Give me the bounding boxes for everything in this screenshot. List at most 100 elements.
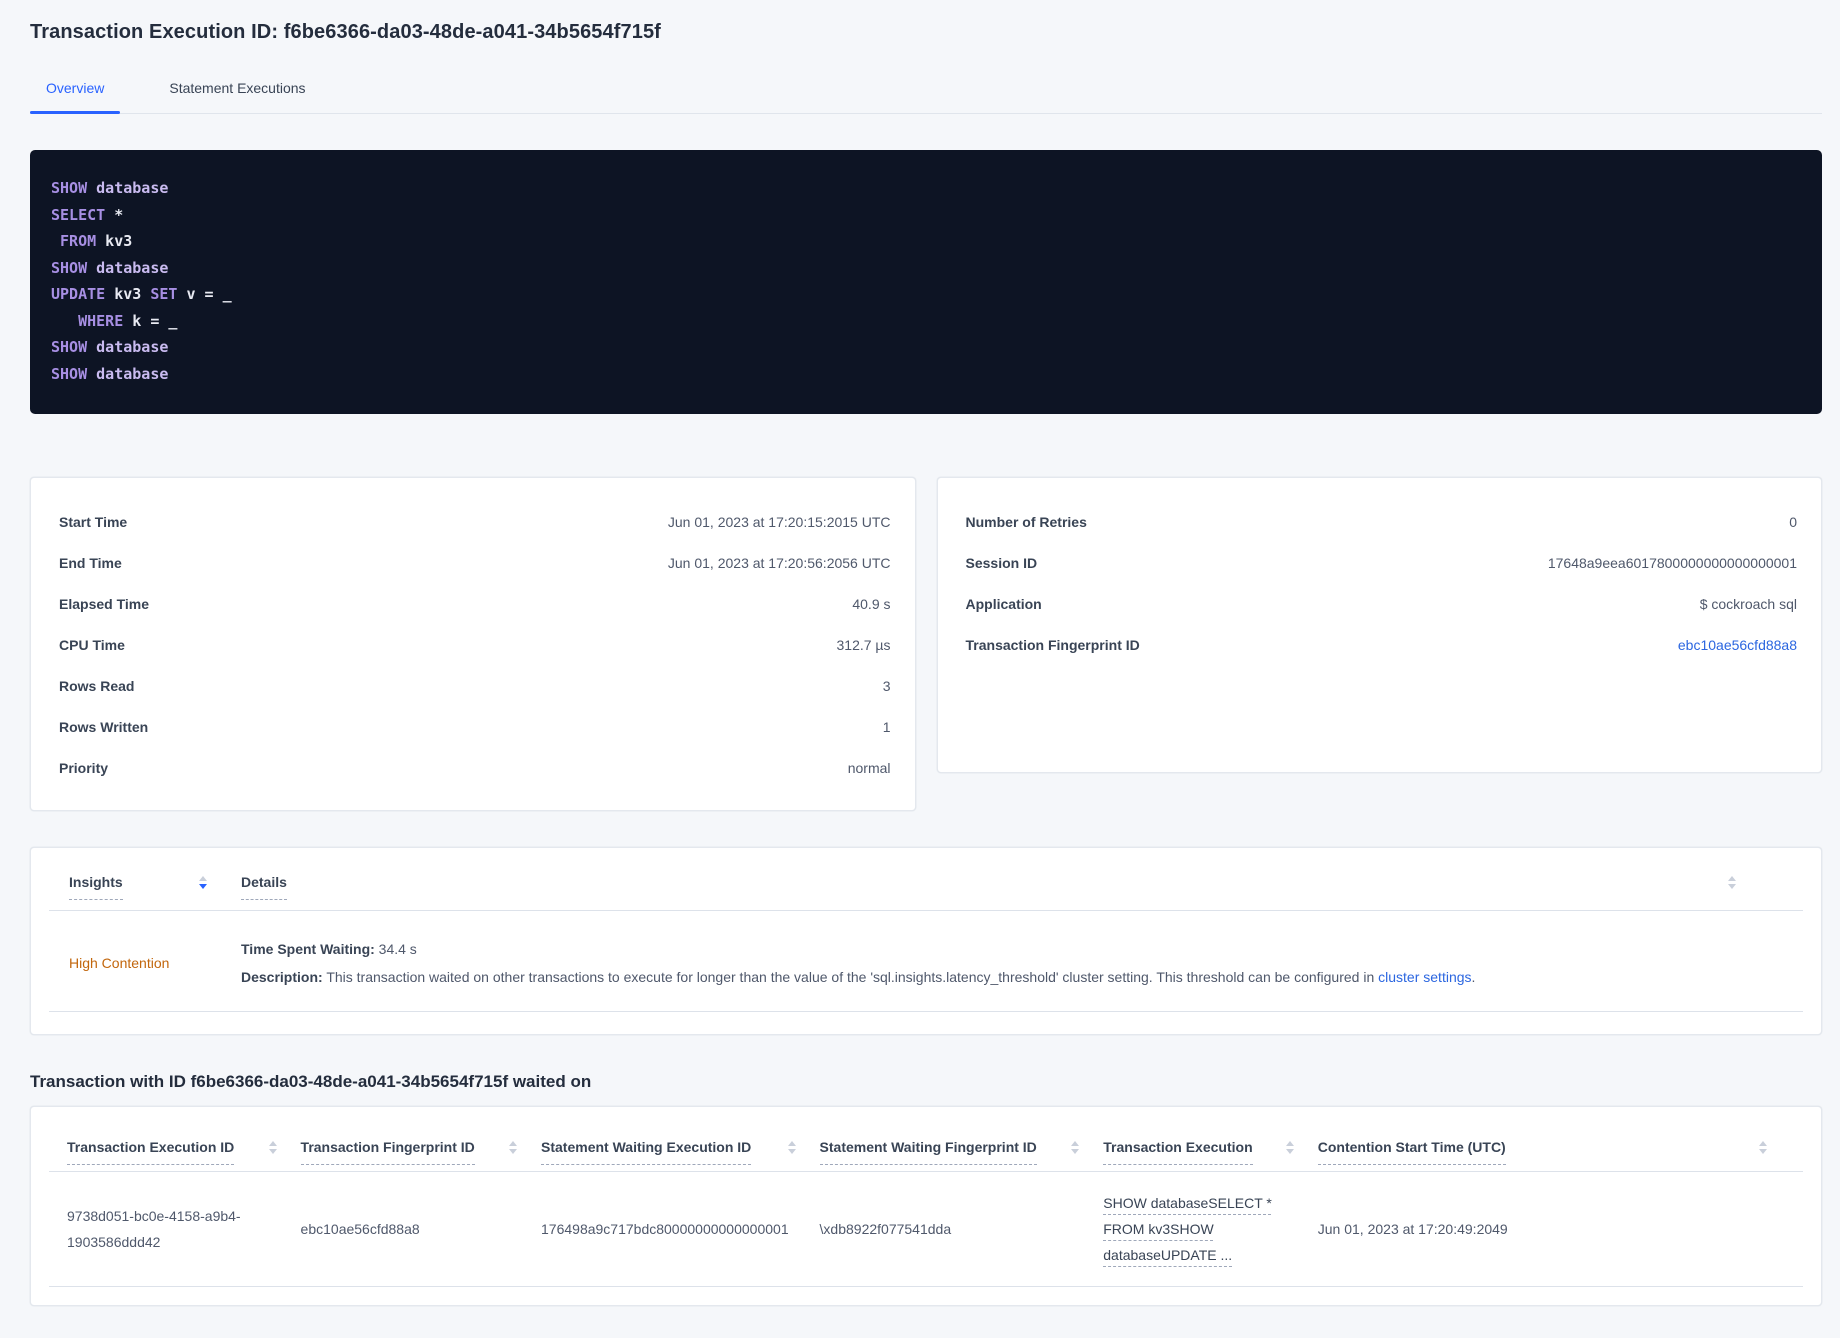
sql-line: SELECT *: [51, 205, 124, 224]
details-column-label[interactable]: Details: [241, 874, 287, 900]
column-header-transaction-execution[interactable]: Transaction Execution: [1103, 1139, 1318, 1165]
waited-on-table-card: Transaction Execution ID Transaction Fing…: [30, 1106, 1822, 1306]
column-header-contention-start-time-utc[interactable]: Contention Start Time (UTC): [1317, 1139, 1797, 1165]
execution-stats-card: Start Time Jun 01, 2023 at 17:20:15:2015 …: [30, 477, 916, 811]
description-text: This transaction waited on other transac…: [326, 969, 1379, 985]
stat-label: Priority: [59, 759, 109, 776]
stat-row: End Time Jun 01, 2023 at 17:20:56:2056 UT…: [59, 542, 891, 583]
divider: [49, 1286, 1803, 1287]
stat-label: Session ID: [965, 554, 1038, 571]
stat-row: Application $ cockroach sql: [966, 583, 1798, 624]
insight-name-badge: High Contention: [69, 955, 170, 971]
details-column-header: Details: [241, 874, 1797, 900]
column-header-label: Transaction Execution ID: [67, 1139, 235, 1165]
column-header-label: Transaction Fingerprint ID: [300, 1139, 475, 1165]
stat-value: $ cockroach sql: [1699, 595, 1797, 612]
waited-on-section-title: Transaction with ID f6be6366-da03-48de-a…: [30, 1072, 592, 1091]
stat-value: Jun 01, 2023 at 17:20:56:2056 UTC: [667, 554, 891, 571]
sort-icon: [787, 1141, 796, 1154]
sql-line: UPDATE kv3 SET v = _: [51, 285, 232, 303]
tab-overview[interactable]: Overview: [30, 66, 121, 114]
sql-line: FROM kv3: [60, 232, 133, 250]
stat-value: Jun 01, 2023 at 17:20:15:2015 UTC: [667, 513, 891, 530]
description-period: .: [1471, 969, 1476, 985]
summary-cards-row: Start Time Jun 01, 2023 at 17:20:15:2015 …: [30, 477, 1822, 811]
column-header-label: Transaction Execution: [1103, 1139, 1253, 1165]
stat-value: 312.7 µs: [836, 636, 891, 653]
description-label: Description:: [241, 969, 323, 985]
sql-line: SHOW database: [51, 338, 169, 356]
stat-value: 40.9 s: [852, 595, 891, 612]
column-header-transaction-execution-id[interactable]: Transaction Execution ID: [67, 1139, 301, 1165]
stat-row: Transaction Fingerprint ID ebc10ae56cfd88…: [966, 624, 1798, 665]
sort-icon: [268, 1141, 277, 1154]
sort-icon: [1285, 1141, 1294, 1154]
insights-column-label: Insights: [69, 874, 123, 900]
column-header-statement-waiting-execution-id[interactable]: Statement Waiting Execution ID: [541, 1139, 820, 1165]
stat-row: CPU Time 312.7 µs: [59, 624, 891, 665]
stat-label: Rows Read: [59, 677, 135, 694]
page-title: Transaction Execution ID: f6be6366-da03-…: [30, 21, 661, 43]
stat-label: Elapsed Time: [59, 595, 150, 612]
statement-waiting-execution-id-cell: 176498a9c717bdc80000000000000001: [541, 1221, 789, 1237]
sql-line: SHOW database: [51, 179, 169, 197]
stat-value: 17648a9eea6017800000000000000001: [1547, 554, 1797, 571]
stat-row: Start Time Jun 01, 2023 at 17:20:15:2015 …: [59, 501, 891, 542]
insight-details: Time Spent Waiting: 34.4 s Description: …: [241, 935, 1797, 991]
column-header-transaction-fingerprint-id[interactable]: Transaction Fingerprint ID: [300, 1139, 541, 1165]
transaction-execution-id-cell: 9738d051-bc0e-4158-a9b4-1903586ddd42: [67, 1208, 241, 1250]
stat-value: 0: [1789, 513, 1797, 530]
column-header-label: Statement Waiting Fingerprint ID: [819, 1139, 1037, 1165]
stat-row: Elapsed Time 40.9 s: [59, 583, 891, 624]
stat-row: Priority normal: [59, 747, 891, 788]
stat-row: Session ID 17648a9eea60178000000000000000…: [966, 542, 1798, 583]
insight-time-spent-waiting: Time Spent Waiting: 34.4 s: [241, 935, 1797, 963]
column-header-label: Statement Waiting Execution ID: [541, 1139, 752, 1165]
stat-label: Application: [965, 595, 1042, 612]
insight-row: High Contention Time Spent Waiting: 34.4…: [31, 911, 1821, 1011]
sql-line: WHERE k = _: [78, 311, 178, 330]
transaction-fingerprint-id-cell: ebc10ae56cfd88a8: [300, 1221, 420, 1237]
transaction-execution-cell[interactable]: SHOW databaseSELECT * FROM kv3SHOW datab…: [1103, 1190, 1318, 1268]
sort-icon: [1759, 1141, 1767, 1154]
insights-table-header: Insights Details: [31, 848, 1821, 900]
cluster-settings-link[interactable]: cluster settings: [1378, 969, 1471, 985]
column-header-label: Contention Start Time (UTC): [1317, 1139, 1506, 1165]
execution-meta-card: Number of Retries 0 Session ID 17648a9eea60…: [936, 477, 1822, 773]
time-spent-waiting-label: Time Spent Waiting:: [241, 941, 375, 957]
tab-statement-executions[interactable]: Statement Executions: [153, 66, 321, 113]
sort-icon[interactable]: [1728, 876, 1736, 889]
statement-waiting-fingerprint-id-cell: \xdb8922f077541dda: [819, 1221, 952, 1237]
stat-label: Rows Written: [59, 718, 149, 735]
stat-row: Number of Retries 0: [966, 501, 1798, 542]
stat-label: Number of Retries: [965, 513, 1087, 530]
stat-label: Start Time: [59, 513, 128, 530]
sort-icon: [509, 1141, 518, 1154]
stat-label: CPU Time: [59, 636, 125, 653]
stat-row: Rows Read 3: [59, 665, 891, 706]
sort-icon[interactable]: [199, 876, 207, 889]
stat-value: 1: [882, 718, 891, 735]
transaction-execution-link[interactable]: SHOW databaseSELECT * FROM kv3SHOW datab…: [1103, 1195, 1272, 1263]
sql-line: SHOW database: [51, 258, 169, 277]
column-header-statement-waiting-fingerprint-id[interactable]: Statement Waiting Fingerprint ID: [819, 1139, 1104, 1165]
sort-icon: [1071, 1141, 1080, 1154]
stat-label: End Time: [59, 554, 122, 571]
insights-column-header[interactable]: Insights: [69, 874, 207, 900]
table-row: 9738d051-bc0e-4158-a9b4-1903586ddd42 ebc1…: [31, 1172, 1821, 1286]
sql-line: SHOW database: [51, 364, 169, 383]
waited-on-table-header: Transaction Execution ID Transaction Fing…: [31, 1107, 1821, 1165]
time-spent-waiting-value: 34.4 s: [378, 941, 417, 957]
transaction-details-page: Transaction Execution ID: f6be6366-da03-…: [0, 20, 1840, 1306]
tab-bar: Overview Statement Executions: [30, 66, 1822, 114]
stat-value: 3: [882, 677, 891, 694]
stat-label: Transaction Fingerprint ID: [965, 636, 1140, 653]
contention-start-time-cell: Jun 01, 2023 at 17:20:49:2049: [1317, 1221, 1508, 1237]
insights-card: Insights Details High Contention Time Sp…: [30, 847, 1822, 1035]
transaction-fingerprint-link[interactable]: ebc10ae56cfd88a8: [1678, 637, 1797, 653]
insight-description: Description: This transaction waited on …: [241, 963, 1797, 991]
sql-statements-box: SHOW database SELECT * FROM kv3 SHOW dat…: [30, 150, 1822, 414]
stat-row: Rows Written 1: [59, 706, 891, 747]
stat-value: normal: [847, 759, 891, 776]
